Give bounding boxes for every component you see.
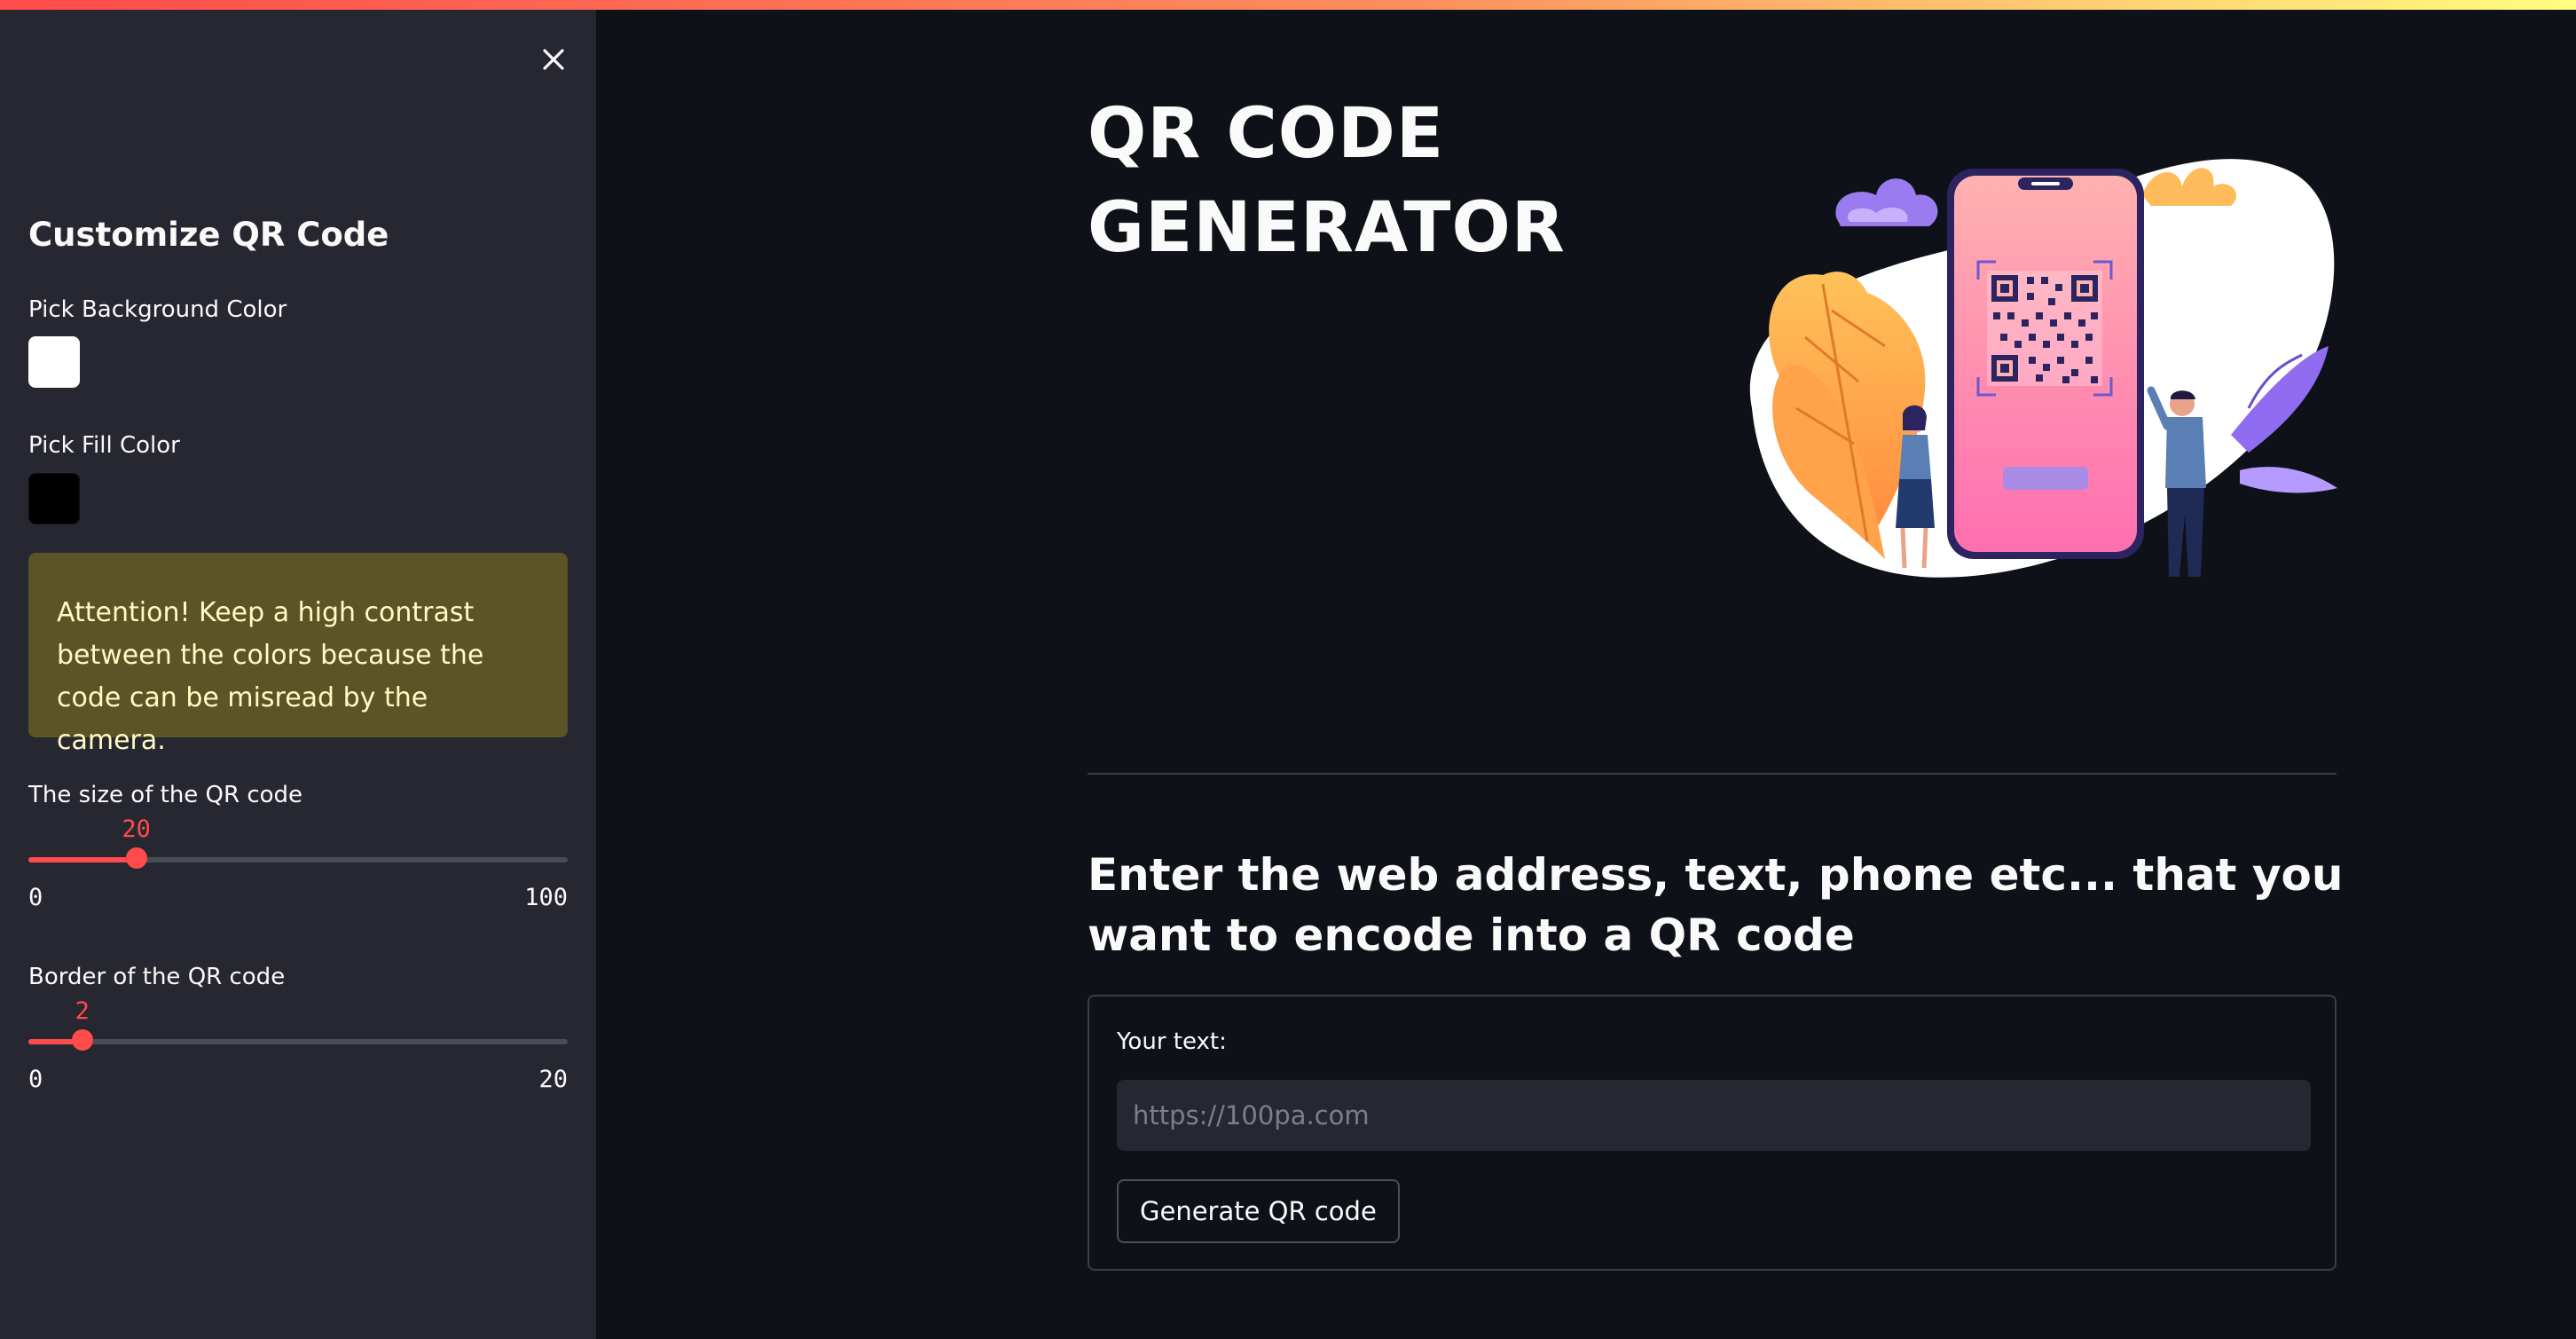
border-slider[interactable] — [28, 1029, 568, 1051]
size-slider-max: 100 — [524, 884, 568, 911]
border-slider-max: 20 — [538, 1066, 568, 1093]
form-instructions-heading: Enter the web address, text, phone etc..… — [1088, 849, 2344, 961]
size-slider-label: The size of the QR code — [28, 782, 303, 808]
fill-color-picker[interactable] — [28, 473, 80, 524]
page-title: QR CODE GENERATOR — [1088, 87, 1566, 275]
size-slider-min: 0 — [28, 884, 43, 911]
size-slider-fill — [28, 857, 137, 862]
top-accent-bar — [0, 0, 2576, 10]
background-color-label: Pick Background Color — [28, 296, 287, 323]
page-title-line1: QR CODE — [1088, 94, 1445, 174]
border-slider-value: 2 — [75, 997, 90, 1025]
border-slider-thumb[interactable] — [71, 1029, 93, 1051]
sidebar: Customize QR Code Pick Background Color … — [0, 10, 596, 1339]
size-slider-thumb[interactable] — [125, 847, 147, 869]
close-icon — [543, 49, 564, 70]
sidebar-title: Customize QR Code — [28, 216, 389, 254]
size-slider[interactable] — [28, 847, 568, 869]
section-divider — [1088, 773, 2336, 775]
close-sidebar-button[interactable] — [536, 42, 571, 77]
border-slider-label: Border of the QR code — [28, 964, 286, 990]
contrast-warning: Attention! Keep a high contrast between … — [28, 553, 568, 756]
page-title-line2: GENERATOR — [1088, 188, 1566, 268]
background-color-picker[interactable] — [28, 336, 80, 388]
generate-qr-button[interactable]: Generate QR code — [1117, 1179, 1400, 1243]
fill-color-label: Pick Fill Color — [28, 432, 180, 459]
qr-form: Your text: Generate QR code — [1088, 995, 2336, 1271]
border-slider-min: 0 — [28, 1066, 43, 1093]
text-input-label: Your text: — [1117, 1028, 1227, 1055]
qr-code-phone-illustration — [1749, 159, 2337, 578]
text-input[interactable] — [1117, 1080, 2311, 1151]
size-slider-value: 20 — [122, 815, 151, 843]
